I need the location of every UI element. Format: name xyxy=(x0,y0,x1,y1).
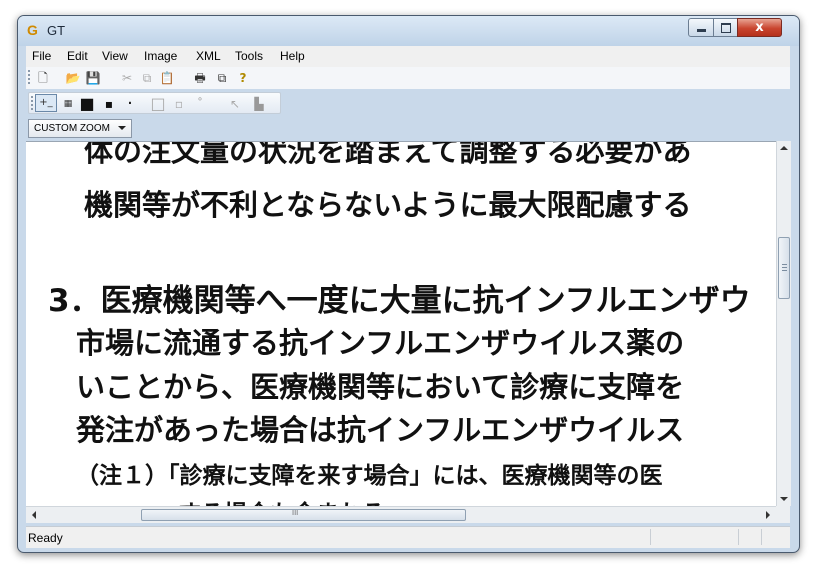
square-outline-icon[interactable]: □ xyxy=(150,96,166,112)
crop-icon[interactable]: ▙ xyxy=(251,96,267,112)
document-line: 発注があった場合は抗インフルエンザウイルス xyxy=(76,413,685,447)
select-icon[interactable]: ▦ xyxy=(60,96,76,112)
status-text: Ready xyxy=(28,531,63,545)
toolbar-grip[interactable] xyxy=(28,70,30,85)
menu-image[interactable]: Image xyxy=(144,49,177,63)
scroll-down-icon[interactable] xyxy=(780,497,788,501)
scroll-up-icon[interactable] xyxy=(780,146,788,150)
main-toolbar: 🗋 📂 💾 ✂ ⧉ 📋 🖶 ⧉ ? xyxy=(26,67,790,89)
document-line: （注１）「診療に支障を来す場合」には、医療機関等の医 xyxy=(76,463,663,489)
small-arrow-icon[interactable]: ˚ xyxy=(192,96,208,112)
menu-xml[interactable]: XML xyxy=(196,49,221,63)
rectangle-small-icon[interactable]: ▪ xyxy=(101,96,117,112)
new-file-icon[interactable]: 🗋 xyxy=(35,70,51,86)
document-line: 体の注文量の状況を踏まえて調整する必要があ xyxy=(84,141,692,168)
copy-page-icon[interactable]: ⧉ xyxy=(214,70,230,86)
status-pane xyxy=(738,529,739,545)
menu-help[interactable]: Help xyxy=(280,49,305,63)
app-icon: G xyxy=(27,22,38,38)
chevron-down-icon xyxy=(118,126,126,130)
window-title: GT xyxy=(47,23,66,38)
maximize-icon xyxy=(721,23,731,33)
status-bar: Ready xyxy=(26,526,790,548)
menu-edit[interactable]: Edit xyxy=(67,49,88,63)
toolbar-grip[interactable] xyxy=(31,96,33,111)
document-line: 機関等が不利とならないように最大限配慮する xyxy=(84,188,692,222)
status-pane xyxy=(761,529,762,545)
vertical-scrollbar[interactable] xyxy=(776,141,791,506)
zoom-dropdown[interactable]: CUSTOM ZOOM xyxy=(28,119,132,138)
scroll-corner xyxy=(776,506,790,523)
title-bar[interactable]: G GT x xyxy=(18,16,799,46)
scroll-left-icon[interactable] xyxy=(32,511,36,519)
pointer-icon[interactable]: ↖ xyxy=(227,96,243,112)
menu-tools[interactable]: Tools xyxy=(235,49,263,63)
menu-view[interactable]: View xyxy=(102,49,128,63)
app-window: G GT x File Edit View Image XML Tools He… xyxy=(17,15,800,553)
print-icon[interactable]: 🖶 xyxy=(192,70,208,86)
paste-icon[interactable]: 📋 xyxy=(159,70,175,86)
menu-bar: File Edit View Image XML Tools Help xyxy=(26,46,790,68)
help-icon[interactable]: ? xyxy=(235,70,251,86)
rectangle-large-icon[interactable]: ■ xyxy=(79,96,95,112)
square-small-icon[interactable]: ▫ xyxy=(171,96,187,112)
grip-icon xyxy=(782,264,787,271)
document-view[interactable]: 体の注文量の状況を踏まえて調整する必要があ 機関等が不利とならないように最大限配… xyxy=(26,141,776,507)
document-line: 市場に流通する抗インフルエンザウイルス薬の xyxy=(76,326,685,360)
dot-icon[interactable]: · xyxy=(122,95,138,113)
close-button[interactable]: x xyxy=(737,18,782,37)
cut-icon[interactable]: ✂ xyxy=(119,70,135,86)
vertical-scroll-thumb[interactable] xyxy=(778,237,790,299)
minimize-button[interactable] xyxy=(688,18,714,37)
close-icon: x xyxy=(755,20,764,35)
menu-file[interactable]: File xyxy=(32,49,51,63)
scroll-right-icon[interactable] xyxy=(766,511,770,519)
document-line: 3．医療機関等へ一度に大量に抗インフルエンザウ xyxy=(48,283,751,319)
document-line: いことから、医療機関等において診療に支障を xyxy=(76,370,685,404)
minimize-icon xyxy=(697,29,706,32)
horizontal-scrollbar[interactable]: III xyxy=(26,506,776,523)
status-pane xyxy=(650,529,651,545)
zoom-label: CUSTOM ZOOM xyxy=(34,123,110,134)
open-folder-icon[interactable]: 📂 xyxy=(65,70,81,86)
maximize-button[interactable] xyxy=(713,18,738,37)
add-region-icon[interactable]: +_ xyxy=(35,94,57,112)
tools-toolbar: +_ ▦ ■ ▪ · □ ▫ ˚ ↖ ▙ xyxy=(28,92,281,114)
copy-icon[interactable]: ⧉ xyxy=(139,70,155,86)
grip-icon: III xyxy=(292,509,299,517)
save-icon[interactable]: 💾 xyxy=(85,70,101,86)
horizontal-scroll-thumb[interactable]: III xyxy=(141,509,466,521)
